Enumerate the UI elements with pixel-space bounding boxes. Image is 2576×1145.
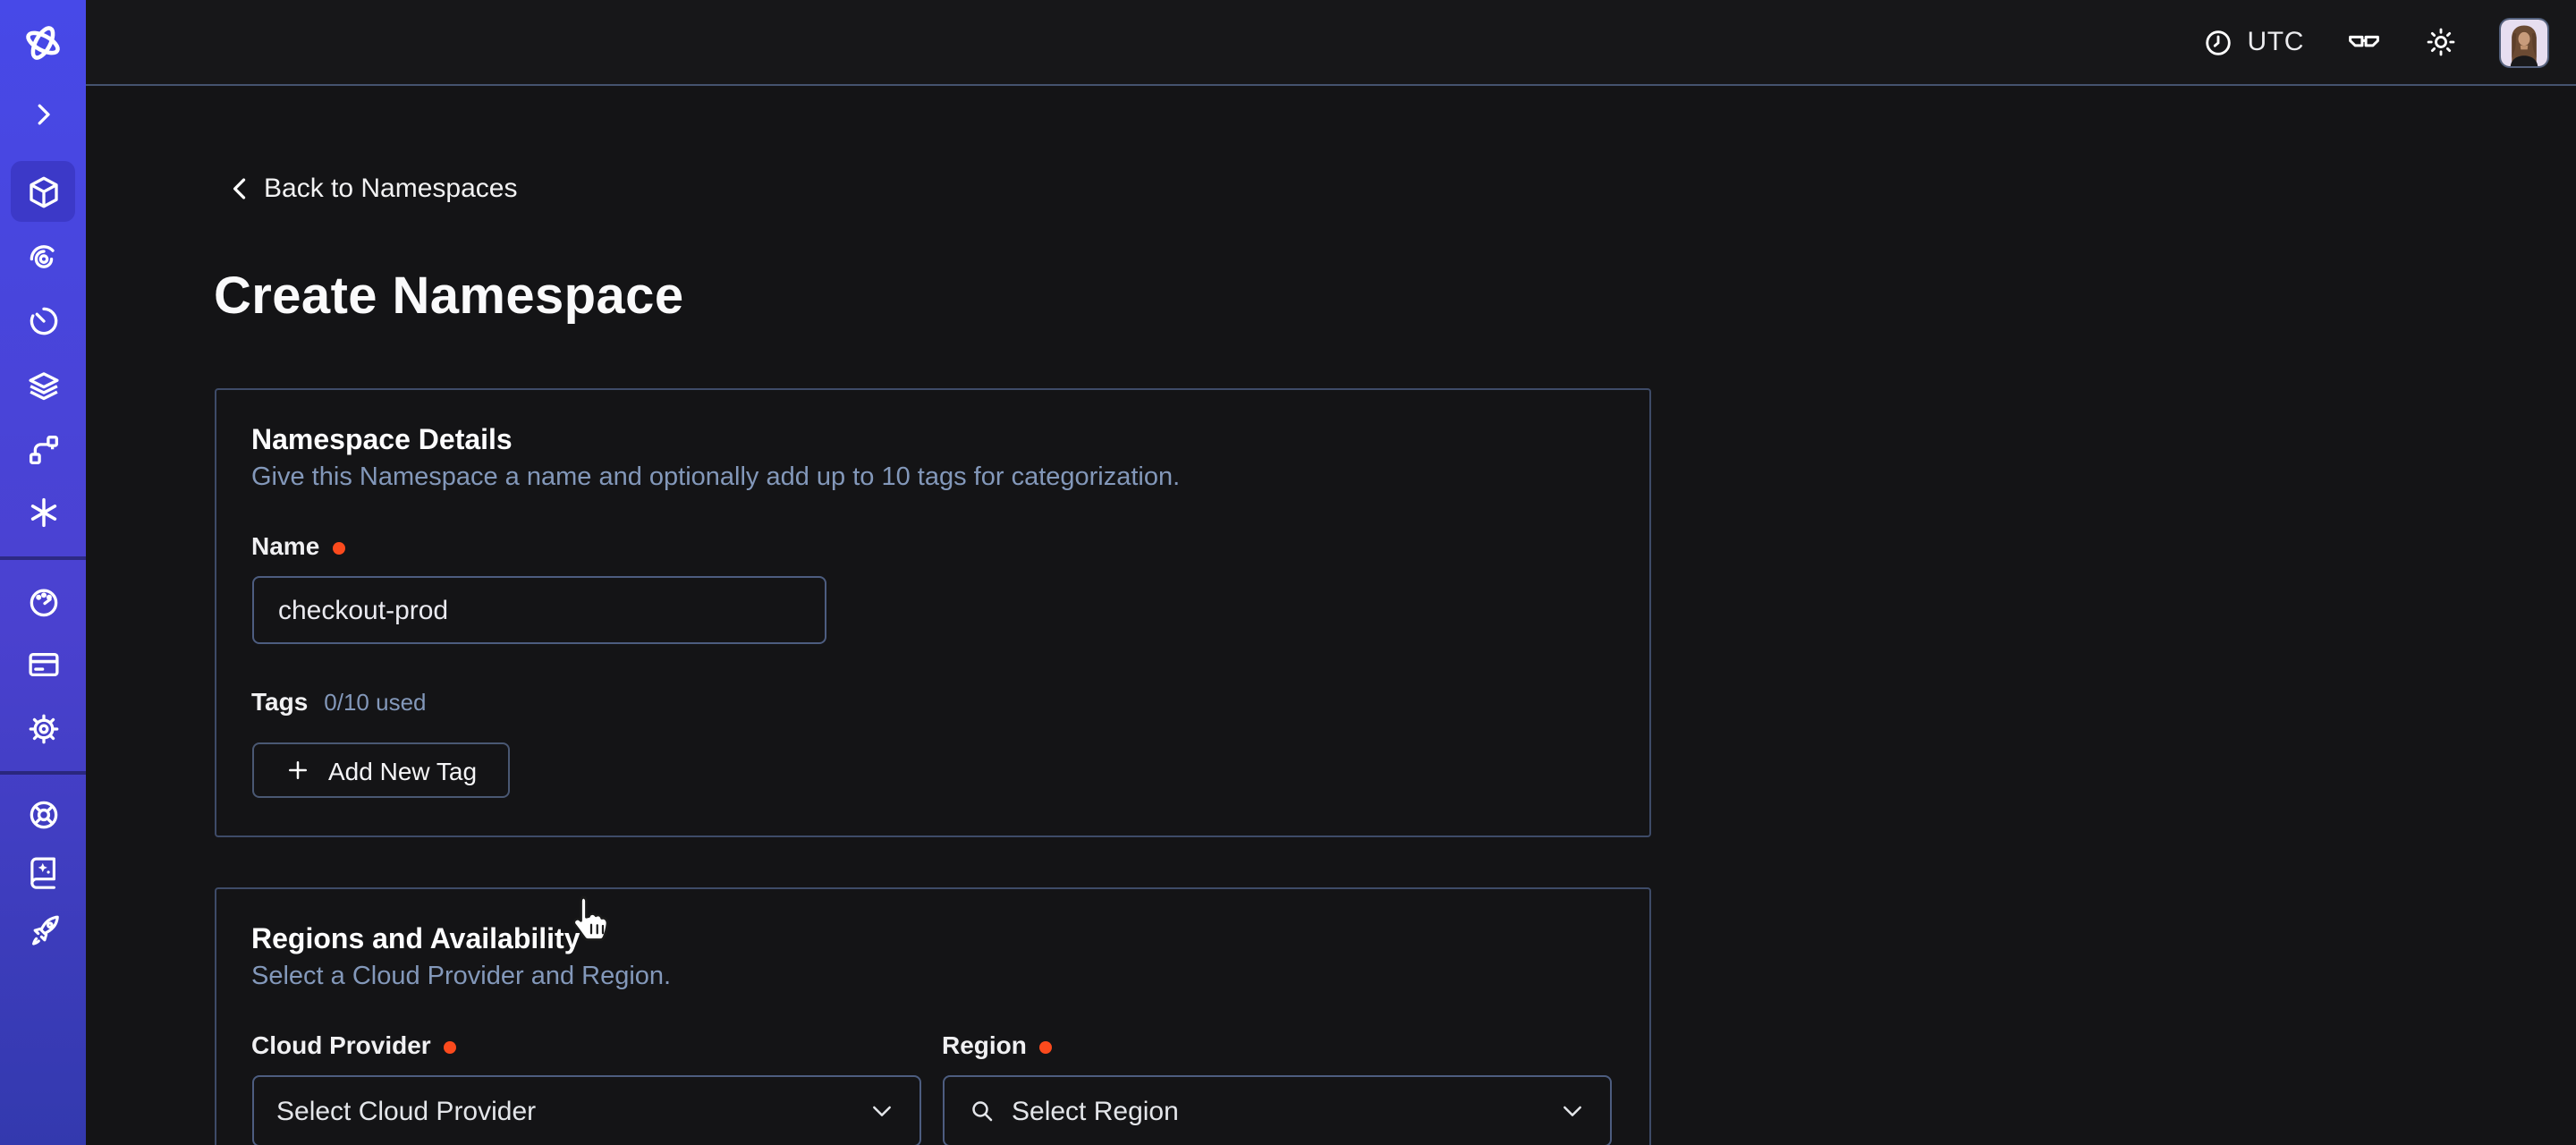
regions-availability-card: Regions and Availability Select a Cloud … [214,887,1650,1145]
sidebar-item-deployments[interactable] [11,419,75,479]
sidebar-item-support[interactable] [11,784,75,844]
region-field: Region Select Region [942,1030,1611,1145]
search-icon [967,1097,996,1125]
back-link-label: Back to Namespaces [264,174,517,204]
topbar: UTC [86,0,2576,86]
dev-mode-toggle[interactable] [2345,23,2383,61]
plus-icon [284,757,310,784]
temporal-logo-icon[interactable] [11,13,75,73]
sidebar-item-workflows[interactable] [11,225,75,286]
back-to-namespaces-link[interactable]: Back to Namespaces [214,174,517,204]
sidebar-divider [0,771,86,775]
sidebar-item-docs[interactable] [11,841,75,902]
timer-icon [24,302,62,340]
sidebar-item-layers[interactable] [11,355,75,416]
card-title: Namespace Details [251,426,1613,458]
namespace-name-input[interactable] [251,576,826,644]
add-new-tag-button[interactable]: Add New Tag [251,742,509,798]
sidebar-item-settings[interactable] [11,699,75,759]
required-indicator [332,541,344,554]
cloud-provider-field: Cloud Provider Select Cloud Provider [251,1030,920,1145]
chevron-left-icon [225,174,255,204]
sidebar-item-usage[interactable] [11,571,75,632]
main-column: UTC [86,0,2576,1145]
sidebar [0,0,86,1145]
region-label: Region [942,1030,1027,1059]
page-title: Create Namespace [214,268,2576,327]
expand-sidebar-chevron-icon[interactable] [11,84,75,145]
gear-icon [24,710,62,748]
timezone-selector[interactable]: UTC [2203,26,2304,58]
app-window: UTC [0,0,2576,1145]
credit-card-icon [24,646,62,683]
timezone-label: UTC [2248,27,2304,57]
required-indicator [1039,1040,1052,1053]
sidebar-item-schedules[interactable] [11,291,75,352]
tags-label: Tags [251,687,308,716]
rocket-icon [24,912,62,949]
branch-icon [24,430,62,468]
layers-icon [24,367,62,404]
card-subtitle: Give this Namespace a name and optionall… [251,463,1613,492]
cloud-provider-select[interactable]: Select Cloud Provider [251,1075,920,1145]
sidebar-item-billing[interactable] [11,634,75,695]
sun-icon [2424,25,2458,59]
asterisk-icon [24,494,62,531]
card-title: Regions and Availability [251,925,1613,957]
card-subtitle: Select a Cloud Provider and Region. [251,963,1613,991]
namespace-details-card: Namespace Details Give this Namespace a … [214,388,1650,837]
cloud-provider-label: Cloud Provider [251,1030,431,1059]
required-indicator [444,1040,456,1053]
sidebar-item-nexus[interactable] [11,482,75,543]
lifebuoy-icon [24,795,62,833]
sidebar-item-namespaces[interactable] [11,161,75,222]
cube-icon [24,173,62,210]
name-label: Name [251,531,319,560]
spiral-icon [24,237,62,275]
region-placeholder: Select Region [1012,1096,1179,1126]
sidebar-item-getting-started[interactable] [11,900,75,961]
theme-toggle[interactable] [2424,25,2458,59]
chevron-down-icon [867,1097,895,1125]
clock-icon [2203,26,2235,58]
content-area: Back to Namespaces Create Namespace Name… [86,86,2576,1145]
chevron-down-icon [1557,1097,1586,1125]
region-select[interactable]: Select Region [942,1075,1611,1145]
add-new-tag-label: Add New Tag [328,756,477,785]
book-sparkles-icon [24,852,62,890]
tags-usage-counter: 0/10 used [324,689,426,716]
gauge-icon [24,582,62,620]
sidebar-divider [0,556,86,560]
cloud-provider-placeholder: Select Cloud Provider [276,1096,536,1126]
glasses-icon [2345,23,2383,61]
user-avatar[interactable] [2499,17,2549,67]
